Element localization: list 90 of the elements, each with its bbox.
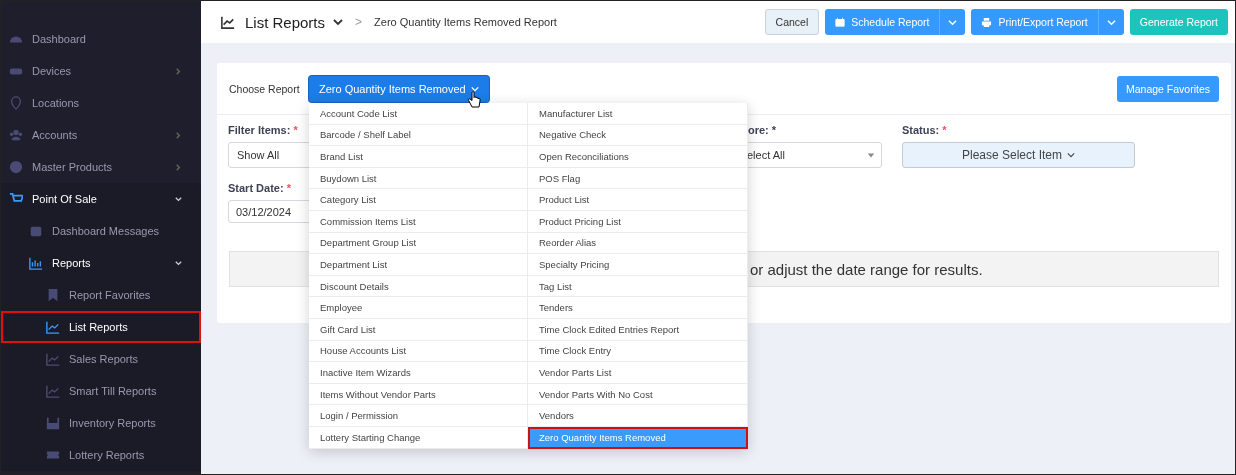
sidebar-item[interactable]: Reports	[1, 247, 201, 279]
chart-icon	[46, 320, 60, 334]
sidebar-item-label: Reports	[52, 257, 92, 269]
report-option[interactable]: Vendor Parts List	[528, 362, 748, 384]
report-option[interactable]: Specialty Pricing	[528, 254, 748, 276]
breadcrumb: Zero Quantity Items Removed Report	[374, 16, 557, 28]
sidebar-item[interactable]: Lottery Reports	[1, 439, 201, 471]
pin-icon	[9, 96, 23, 110]
store-label: ore: *	[747, 124, 777, 136]
dropdown-toggle[interactable]	[939, 9, 966, 35]
report-option[interactable]: Product Pricing List	[528, 210, 748, 233]
report-option[interactable]: Product List	[528, 189, 748, 211]
sidebar-item-label: Sales Reports	[69, 353, 140, 365]
report-option[interactable]: Brand List	[309, 146, 528, 168]
report-option[interactable]: Tenders	[528, 297, 748, 319]
sidebar-item-label: Devices	[32, 65, 73, 77]
sidebar-item[interactable]: Dashboard	[1, 23, 201, 55]
start-date-label: Start Date: *	[228, 182, 291, 194]
chart-icon	[46, 384, 60, 398]
report-option[interactable]: House Accounts List	[309, 340, 528, 363]
report-option[interactable]: Inactive Item Wizards	[309, 362, 528, 384]
report-option[interactable]: Manufacturer List	[528, 103, 748, 125]
report-option[interactable]: Department Group List	[309, 232, 528, 255]
sidebar-item-label: Report Favorites	[69, 289, 152, 301]
report-option[interactable]: Lottery Starting Change	[309, 426, 528, 449]
status-label: Status: *	[902, 124, 947, 136]
sidebar-item[interactable]: Master Products	[1, 151, 201, 183]
report-option[interactable]: Gift Card List	[309, 318, 528, 341]
report-option[interactable]: Category List	[309, 189, 528, 211]
report-option[interactable]: Reorder Alias	[528, 232, 748, 255]
caret-icon	[1106, 17, 1116, 27]
chevron-down-icon[interactable]	[333, 17, 344, 27]
warehouse-icon	[46, 416, 60, 430]
calendar-icon	[835, 17, 846, 27]
sidebar-item-label: Dashboard	[32, 33, 87, 45]
sidebar-item-label: Accounts	[32, 129, 79, 141]
report-option[interactable]: Vendors	[528, 405, 748, 427]
report-option[interactable]: Open Reconciliations	[528, 146, 748, 168]
report-dropdown[interactable]: Zero Quantity Items Removed	[309, 76, 489, 102]
report-option[interactable]: Department List	[309, 254, 528, 276]
sidebar-item[interactable]: Accounts	[1, 119, 201, 151]
sidebar-item-label: Dashboard Messages	[52, 225, 160, 237]
chevron-down-icon	[1067, 151, 1076, 159]
status-dropdown[interactable]: Please Select Item	[902, 142, 1135, 168]
report-option[interactable]: Buydown List	[309, 167, 528, 190]
cancel-button[interactable]: Cancel	[764, 9, 820, 35]
sidebar-item-label: Master Products	[32, 161, 114, 173]
breadcrumb-separator: >	[355, 15, 363, 29]
chevron-down-icon	[470, 85, 479, 93]
line-chart-icon	[221, 15, 235, 29]
sidebar-item-label: Point Of Sale	[32, 193, 98, 205]
sidebar-item-label: Lottery Reports	[69, 449, 146, 461]
sidebar-item-label: Inventory Reports	[69, 417, 157, 429]
report-option[interactable]: Negative Check	[528, 124, 748, 147]
info-message-text: or adjust the date range for results.	[750, 260, 983, 278]
report-option[interactable]: Commission Items List	[309, 210, 528, 233]
report-option[interactable]: Discount Details	[309, 275, 528, 298]
bookmark-icon	[46, 288, 60, 302]
sidebar-item-label: Locations	[32, 97, 81, 109]
sidebar-item[interactable]: Report Favorites	[1, 279, 201, 311]
sidebar-item[interactable]: Dashboard Messages	[1, 215, 201, 247]
sidebar-item-label: Smart Till Reports	[69, 385, 158, 397]
sidebar-item[interactable]: Locations	[1, 87, 201, 119]
choose-report-label: Choose Report	[229, 83, 301, 95]
report-option[interactable]: Account Code List	[309, 103, 528, 125]
sidebar-item-label: List Reports	[69, 321, 129, 333]
filter-items-label: Filter Items: *	[228, 124, 298, 136]
sidebar-item[interactable]: Sales Reports	[1, 343, 201, 375]
report-option[interactable]: Items Without Vendor Parts	[309, 383, 528, 406]
printer-icon	[981, 16, 993, 28]
sidebar-item[interactable]: List Reports	[1, 311, 201, 343]
report-option[interactable]: Barcode / Shelf Label	[309, 124, 528, 147]
report-option[interactable]: Time Clock Edited Entries Report	[528, 318, 748, 341]
report-option[interactable]: Tag List	[528, 275, 748, 298]
report-option[interactable]: Employee	[309, 297, 528, 319]
sidebar-item[interactable]: Devices	[1, 55, 201, 87]
sidebar-item[interactable]: Point Of Sale	[1, 183, 201, 215]
people-icon	[9, 128, 23, 142]
report-option[interactable]: POS Flag	[528, 167, 748, 190]
sidebar-item[interactable]: Smart Till Reports	[1, 375, 201, 407]
bars-icon	[29, 256, 43, 270]
caret-icon	[948, 17, 958, 27]
sidebar-item[interactable]: Inventory Reports	[1, 407, 201, 439]
page-title: List Reports	[245, 13, 326, 31]
dropdown-toggle[interactable]	[1097, 9, 1124, 35]
report-option[interactable]: Vendor Parts With No Cost	[528, 383, 748, 406]
report-option[interactable]: Login / Permission	[309, 405, 528, 427]
report-option[interactable]: Time Clock Entry	[528, 340, 748, 363]
chart-icon	[46, 352, 60, 366]
caret-down-icon	[867, 151, 875, 159]
